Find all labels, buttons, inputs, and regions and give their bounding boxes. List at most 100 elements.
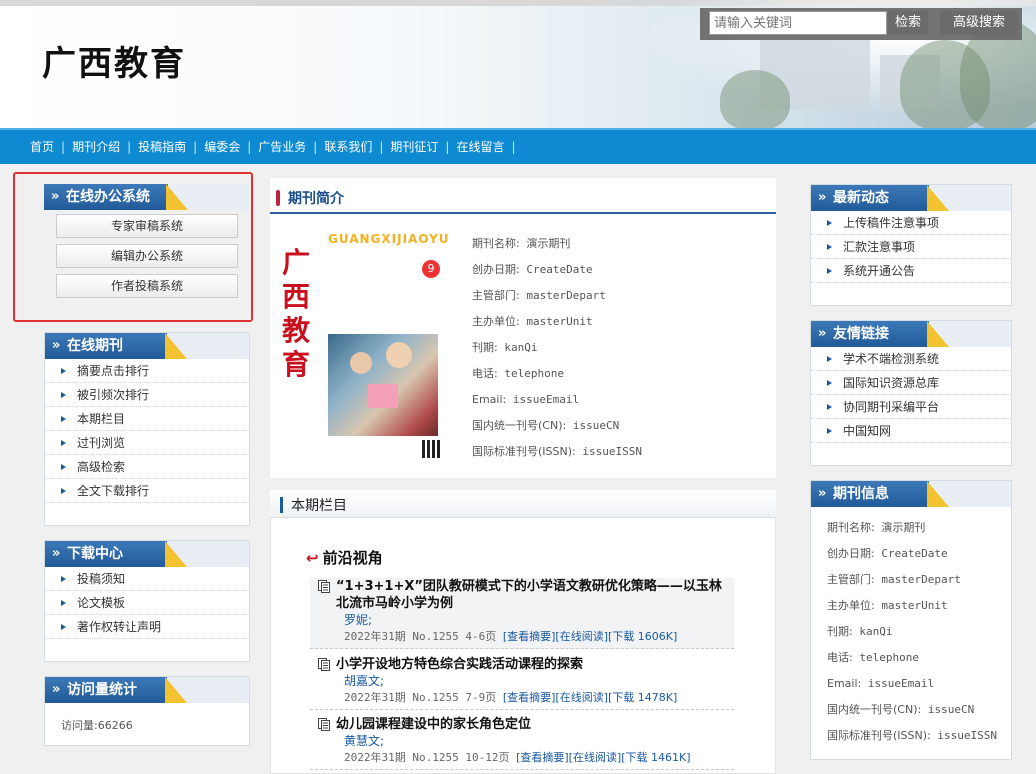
nav-item[interactable]: 在线留言 |: [456, 130, 522, 164]
online-journal-item[interactable]: 高级检索: [45, 455, 249, 479]
journal-field-label: 电话:: [827, 651, 853, 664]
main-nav: 首页 | 期刊介绍 | 投稿指南 | 编委会 | 广告业务 | 联系我们 | 期刊征订 | 在线留言 |: [0, 128, 1036, 164]
online-journal-item[interactable]: 全文下载排行: [45, 479, 249, 503]
article-meta-text: 2022年31期 No.1255 10-12页: [344, 751, 510, 764]
nav-item[interactable]: 广告业务 |: [258, 130, 324, 164]
news-item-label[interactable]: 系统开通公告: [843, 264, 915, 278]
news-title: 最新动态: [811, 185, 1011, 211]
online-journal-item-label[interactable]: 高级检索: [77, 460, 125, 474]
journal-field-row: Email: issueEmail: [811, 671, 1011, 697]
journal-field-label: 主管部门:: [827, 573, 875, 586]
intro-field-value: kanQi: [504, 341, 538, 354]
section-arrow-icon: ↩: [306, 549, 319, 567]
online-journal-item-label[interactable]: 本期栏目: [77, 412, 125, 426]
download-item-label[interactable]: 论文模板: [77, 596, 125, 610]
intro-field-value: issueISSN: [582, 445, 642, 458]
download-item-label[interactable]: 著作权转让声明: [77, 620, 161, 634]
article-title[interactable]: 小学开设地方特色综合实践活动课程的探索: [310, 656, 734, 673]
advanced-search-button[interactable]: 高级搜索: [940, 11, 1018, 35]
nav-item-label[interactable]: 广告业务: [258, 140, 306, 154]
journal-field-row: 主管部门: masterDepart: [811, 567, 1011, 593]
nav-item-label[interactable]: 编委会: [204, 140, 240, 154]
article-title[interactable]: 幼儿园课程建设中的家长角色定位: [310, 716, 734, 733]
document-icon: [318, 718, 330, 731]
nav-item[interactable]: 联系我们 |: [324, 130, 390, 164]
visits-title-text: 访问量统计: [67, 682, 137, 698]
online-journal-item[interactable]: 被引频次排行: [45, 383, 249, 407]
nav-item[interactable]: 编委会 |: [204, 130, 258, 164]
article-item: 幼儿园课程建设中的家长角色定位 黄慧文; 2022年31期 No.1255 10-1…: [310, 716, 734, 770]
journal-field-spacer: [861, 677, 868, 690]
link-item[interactable]: 学术不端检测系统: [811, 347, 1011, 371]
intro-field-row: 国际标准刊号(ISSN): issueISSN: [472, 442, 642, 468]
intro-field-spacer: [566, 419, 573, 432]
site-logo: 广西教育: [42, 44, 186, 84]
online-journal-item-label[interactable]: 被引频次排行: [77, 388, 149, 402]
download-item[interactable]: 著作权转让声明: [45, 615, 249, 639]
nav-item[interactable]: 首页 |: [30, 130, 72, 164]
nav-separator: |: [511, 140, 516, 154]
link-item-label[interactable]: 中国知网: [843, 424, 891, 438]
link-item-label[interactable]: 国际知识资源总库: [843, 376, 939, 390]
article-title[interactable]: “1+3+1+X”团队教研模式下的小学语文教研优化策略——以玉林北流市马岭小学为…: [310, 578, 734, 612]
journal-field-value: kanQi: [859, 625, 893, 638]
search-button[interactable]: 检索: [888, 11, 928, 35]
online-journal-item[interactable]: 本期栏目: [45, 407, 249, 431]
news-item-label[interactable]: 汇款注意事项: [843, 240, 915, 254]
online-journal-item[interactable]: 过刊浏览: [45, 431, 249, 455]
article-title-text[interactable]: “1+3+1+X”团队教研模式下的小学语文教研优化策略——以玉林北流市马岭小学为…: [336, 579, 722, 611]
links-list: 学术不端检测系统 国际知识资源总库 协同期刊采编平台 中国知网: [811, 347, 1011, 443]
journal-info-title-text: 期刊信息: [833, 486, 889, 502]
visits-box: 访问量统计 访问量:66266: [44, 676, 250, 746]
nav-item[interactable]: 投稿指南 |: [138, 130, 204, 164]
nav-separator: |: [127, 140, 132, 154]
link-item[interactable]: 国际知识资源总库: [811, 371, 1011, 395]
article-author[interactable]: 胡嘉文;: [310, 673, 734, 689]
nav-item-label[interactable]: 联系我们: [324, 140, 372, 154]
article-title-text[interactable]: 幼儿园课程建设中的家长角色定位: [336, 717, 531, 732]
article-author[interactable]: 罗妮;: [310, 612, 734, 628]
triangle-bullet-icon: [827, 404, 832, 410]
journal-field-value: telephone: [859, 651, 919, 664]
triangle-bullet-icon: [827, 244, 832, 250]
nav-item-label[interactable]: 在线留言: [456, 140, 504, 154]
article-links[interactable]: [查看摘要][在线阅读][下载 1478K]: [503, 691, 677, 704]
news-item[interactable]: 上传稿件注意事项: [811, 211, 1011, 235]
link-item[interactable]: 协同期刊采编平台: [811, 395, 1011, 419]
intro-field-label: 刊期:: [472, 341, 498, 354]
links-title-text: 友情链接: [833, 326, 889, 342]
download-item[interactable]: 论文模板: [45, 591, 249, 615]
issue-title-text: 本期栏目: [291, 498, 347, 514]
article-meta: 2022年31期 No.1255 10-12页 [查看摘要][在线阅读][下载 …: [310, 749, 734, 767]
article-author[interactable]: 黄慧文;: [310, 733, 734, 749]
online-journal-item-label[interactable]: 过刊浏览: [77, 436, 125, 450]
online-journal-item-label[interactable]: 全文下载排行: [77, 484, 149, 498]
nav-item-label[interactable]: 期刊征订: [390, 140, 438, 154]
news-item-label[interactable]: 上传稿件注意事项: [843, 216, 939, 230]
search-input[interactable]: [709, 11, 887, 35]
intro-field-label: Email:: [472, 393, 507, 406]
article-title-text[interactable]: 小学开设地方特色综合实践活动课程的探索: [336, 657, 583, 672]
nav-item-label[interactable]: 期刊介绍: [72, 140, 120, 154]
nav-item-label[interactable]: 投稿指南: [138, 140, 186, 154]
link-item-label[interactable]: 协同期刊采编平台: [843, 400, 939, 414]
intro-field-value: masterUnit: [526, 315, 593, 328]
nav-item[interactable]: 期刊介绍 |: [72, 130, 138, 164]
journal-info-box: 期刊信息 期刊名称: 演示期刊创办日期: CreateDate主管部门: mas…: [810, 480, 1012, 760]
document-icon: [318, 580, 330, 593]
journal-field-value: 演示期刊: [881, 521, 926, 534]
nav-item[interactable]: 期刊征订 |: [390, 130, 456, 164]
link-item-label[interactable]: 学术不端检测系统: [843, 352, 939, 366]
intro-field-row: 刊期: kanQi: [472, 338, 642, 364]
news-item[interactable]: 汇款注意事项: [811, 235, 1011, 259]
article-links[interactable]: [查看摘要][在线阅读][下载 1461K]: [516, 751, 690, 764]
link-item[interactable]: 中国知网: [811, 419, 1011, 443]
download-item-label[interactable]: 投稿须知: [77, 572, 125, 586]
article-links[interactable]: [查看摘要][在线阅读][下载 1606K]: [503, 630, 677, 643]
download-item[interactable]: 投稿须知: [45, 567, 249, 591]
online-journal-item[interactable]: 摘要点击排行: [45, 359, 249, 383]
nav-item-label[interactable]: 首页: [30, 140, 54, 154]
online-journal-item-label[interactable]: 摘要点击排行: [77, 364, 149, 378]
intro-field-value: CreateDate: [526, 263, 593, 276]
news-item[interactable]: 系统开通公告: [811, 259, 1011, 283]
